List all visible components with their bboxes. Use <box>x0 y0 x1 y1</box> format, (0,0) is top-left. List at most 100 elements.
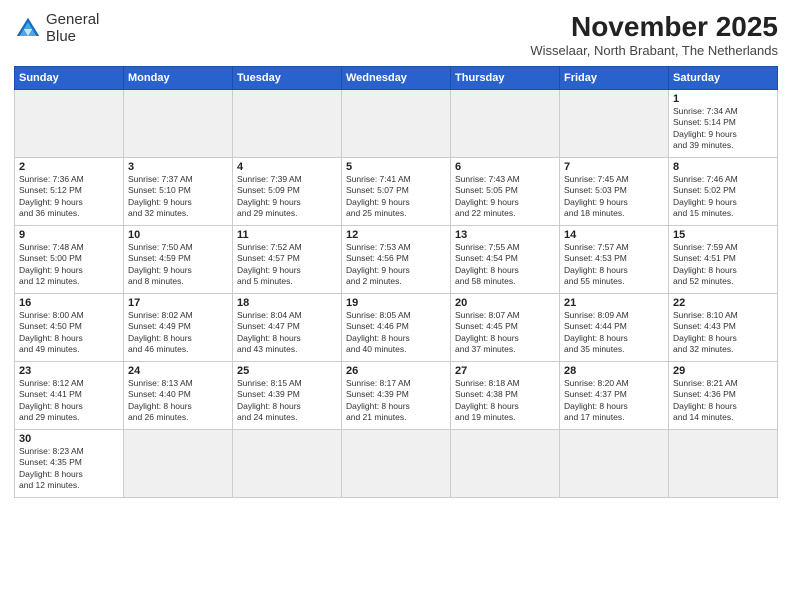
table-row <box>233 89 342 157</box>
day-info: Sunrise: 8:09 AM Sunset: 4:44 PM Dayligh… <box>564 310 664 356</box>
day-number: 1 <box>673 93 773 105</box>
table-row: 16Sunrise: 8:00 AM Sunset: 4:50 PM Dayli… <box>15 293 124 361</box>
day-number: 12 <box>346 229 446 241</box>
day-number: 26 <box>346 365 446 377</box>
table-row: 15Sunrise: 7:59 AM Sunset: 4:51 PM Dayli… <box>669 225 778 293</box>
header: General Blue November 2025 Wisselaar, No… <box>14 12 778 58</box>
page: General Blue November 2025 Wisselaar, No… <box>0 0 792 612</box>
table-row <box>451 89 560 157</box>
month-title: November 2025 <box>530 12 778 43</box>
table-row: 28Sunrise: 8:20 AM Sunset: 4:37 PM Dayli… <box>560 361 669 429</box>
table-row: 13Sunrise: 7:55 AM Sunset: 4:54 PM Dayli… <box>451 225 560 293</box>
table-row <box>342 89 451 157</box>
day-number: 16 <box>19 297 119 309</box>
table-row: 23Sunrise: 8:12 AM Sunset: 4:41 PM Dayli… <box>15 361 124 429</box>
table-row: 2Sunrise: 7:36 AM Sunset: 5:12 PM Daylig… <box>15 157 124 225</box>
col-tuesday: Tuesday <box>233 66 342 89</box>
title-section: November 2025 Wisselaar, North Brabant, … <box>530 12 778 58</box>
table-row: 4Sunrise: 7:39 AM Sunset: 5:09 PM Daylig… <box>233 157 342 225</box>
col-monday: Monday <box>124 66 233 89</box>
table-row: 19Sunrise: 8:05 AM Sunset: 4:46 PM Dayli… <box>342 293 451 361</box>
day-info: Sunrise: 8:12 AM Sunset: 4:41 PM Dayligh… <box>19 378 119 424</box>
table-row <box>233 429 342 497</box>
table-row <box>342 429 451 497</box>
day-number: 17 <box>128 297 228 309</box>
table-row: 7Sunrise: 7:45 AM Sunset: 5:03 PM Daylig… <box>560 157 669 225</box>
table-row: 12Sunrise: 7:53 AM Sunset: 4:56 PM Dayli… <box>342 225 451 293</box>
day-info: Sunrise: 8:18 AM Sunset: 4:38 PM Dayligh… <box>455 378 555 424</box>
calendar-header: Sunday Monday Tuesday Wednesday Thursday… <box>15 66 778 89</box>
day-number: 4 <box>237 161 337 173</box>
day-info: Sunrise: 7:46 AM Sunset: 5:02 PM Dayligh… <box>673 174 773 220</box>
day-number: 20 <box>455 297 555 309</box>
day-info: Sunrise: 7:36 AM Sunset: 5:12 PM Dayligh… <box>19 174 119 220</box>
day-number: 11 <box>237 229 337 241</box>
day-info: Sunrise: 8:00 AM Sunset: 4:50 PM Dayligh… <box>19 310 119 356</box>
table-row: 5Sunrise: 7:41 AM Sunset: 5:07 PM Daylig… <box>342 157 451 225</box>
table-row: 18Sunrise: 8:04 AM Sunset: 4:47 PM Dayli… <box>233 293 342 361</box>
day-number: 21 <box>564 297 664 309</box>
table-row: 22Sunrise: 8:10 AM Sunset: 4:43 PM Dayli… <box>669 293 778 361</box>
table-row <box>669 429 778 497</box>
logo: General Blue <box>14 12 99 45</box>
day-number: 6 <box>455 161 555 173</box>
day-info: Sunrise: 7:52 AM Sunset: 4:57 PM Dayligh… <box>237 242 337 288</box>
calendar-body: 1Sunrise: 7:34 AM Sunset: 5:14 PM Daylig… <box>15 89 778 497</box>
col-friday: Friday <box>560 66 669 89</box>
day-info: Sunrise: 8:15 AM Sunset: 4:39 PM Dayligh… <box>237 378 337 424</box>
day-info: Sunrise: 7:43 AM Sunset: 5:05 PM Dayligh… <box>455 174 555 220</box>
table-row: 29Sunrise: 8:21 AM Sunset: 4:36 PM Dayli… <box>669 361 778 429</box>
day-number: 14 <box>564 229 664 241</box>
day-info: Sunrise: 7:59 AM Sunset: 4:51 PM Dayligh… <box>673 242 773 288</box>
col-wednesday: Wednesday <box>342 66 451 89</box>
day-number: 8 <box>673 161 773 173</box>
logo-line1: General <box>46 12 99 29</box>
table-row: 17Sunrise: 8:02 AM Sunset: 4:49 PM Dayli… <box>124 293 233 361</box>
day-number: 23 <box>19 365 119 377</box>
day-info: Sunrise: 8:20 AM Sunset: 4:37 PM Dayligh… <box>564 378 664 424</box>
day-info: Sunrise: 7:45 AM Sunset: 5:03 PM Dayligh… <box>564 174 664 220</box>
table-row: 25Sunrise: 8:15 AM Sunset: 4:39 PM Dayli… <box>233 361 342 429</box>
day-info: Sunrise: 8:13 AM Sunset: 4:40 PM Dayligh… <box>128 378 228 424</box>
table-row: 11Sunrise: 7:52 AM Sunset: 4:57 PM Dayli… <box>233 225 342 293</box>
weekday-row: Sunday Monday Tuesday Wednesday Thursday… <box>15 66 778 89</box>
table-row <box>124 89 233 157</box>
day-number: 30 <box>19 433 119 445</box>
table-row: 20Sunrise: 8:07 AM Sunset: 4:45 PM Dayli… <box>451 293 560 361</box>
table-row: 14Sunrise: 7:57 AM Sunset: 4:53 PM Dayli… <box>560 225 669 293</box>
table-row: 26Sunrise: 8:17 AM Sunset: 4:39 PM Dayli… <box>342 361 451 429</box>
day-info: Sunrise: 8:07 AM Sunset: 4:45 PM Dayligh… <box>455 310 555 356</box>
day-number: 19 <box>346 297 446 309</box>
day-info: Sunrise: 7:50 AM Sunset: 4:59 PM Dayligh… <box>128 242 228 288</box>
day-number: 25 <box>237 365 337 377</box>
day-info: Sunrise: 7:53 AM Sunset: 4:56 PM Dayligh… <box>346 242 446 288</box>
table-row: 8Sunrise: 7:46 AM Sunset: 5:02 PM Daylig… <box>669 157 778 225</box>
table-row: 21Sunrise: 8:09 AM Sunset: 4:44 PM Dayli… <box>560 293 669 361</box>
day-info: Sunrise: 7:39 AM Sunset: 5:09 PM Dayligh… <box>237 174 337 220</box>
day-number: 15 <box>673 229 773 241</box>
logo-icon <box>14 15 42 43</box>
day-info: Sunrise: 8:04 AM Sunset: 4:47 PM Dayligh… <box>237 310 337 356</box>
day-number: 18 <box>237 297 337 309</box>
day-number: 10 <box>128 229 228 241</box>
table-row: 30Sunrise: 8:23 AM Sunset: 4:35 PM Dayli… <box>15 429 124 497</box>
day-number: 24 <box>128 365 228 377</box>
calendar: Sunday Monday Tuesday Wednesday Thursday… <box>14 66 778 498</box>
day-info: Sunrise: 8:05 AM Sunset: 4:46 PM Dayligh… <box>346 310 446 356</box>
day-info: Sunrise: 8:21 AM Sunset: 4:36 PM Dayligh… <box>673 378 773 424</box>
table-row: 24Sunrise: 8:13 AM Sunset: 4:40 PM Dayli… <box>124 361 233 429</box>
table-row: 1Sunrise: 7:34 AM Sunset: 5:14 PM Daylig… <box>669 89 778 157</box>
day-number: 22 <box>673 297 773 309</box>
day-number: 28 <box>564 365 664 377</box>
day-number: 29 <box>673 365 773 377</box>
table-row <box>15 89 124 157</box>
location-subtitle: Wisselaar, North Brabant, The Netherland… <box>530 43 778 58</box>
day-number: 5 <box>346 161 446 173</box>
day-info: Sunrise: 7:34 AM Sunset: 5:14 PM Dayligh… <box>673 106 773 152</box>
table-row <box>451 429 560 497</box>
table-row: 27Sunrise: 8:18 AM Sunset: 4:38 PM Dayli… <box>451 361 560 429</box>
day-info: Sunrise: 8:17 AM Sunset: 4:39 PM Dayligh… <box>346 378 446 424</box>
day-number: 7 <box>564 161 664 173</box>
day-info: Sunrise: 8:10 AM Sunset: 4:43 PM Dayligh… <box>673 310 773 356</box>
logo-text: General Blue <box>46 12 99 45</box>
